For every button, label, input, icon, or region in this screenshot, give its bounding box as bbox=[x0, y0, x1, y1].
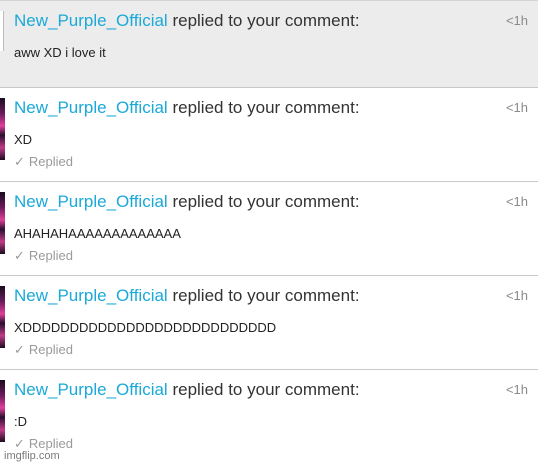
avatar[interactable] bbox=[0, 380, 5, 442]
notification-item[interactable]: New_Purple_Official replied to your comm… bbox=[0, 88, 538, 182]
replied-status: ✓ Replied bbox=[14, 154, 73, 170]
notification-header: New_Purple_Official replied to your comm… bbox=[14, 98, 360, 118]
notification-header: New_Purple_Official replied to your comm… bbox=[14, 286, 360, 306]
notification-item[interactable]: New_Purple_Official replied to your comm… bbox=[0, 370, 538, 464]
check-icon: ✓ bbox=[14, 248, 25, 263]
action-text: replied to your comment: bbox=[172, 192, 360, 211]
comment-text: XDDDDDDDDDDDDDDDDDDDDDDDDDDD bbox=[14, 320, 277, 335]
replied-label: Replied bbox=[28, 342, 73, 357]
action-text: replied to your comment: bbox=[172, 380, 360, 399]
comment-text: :D bbox=[14, 414, 27, 429]
username-link[interactable]: New_Purple_Official bbox=[14, 380, 168, 399]
check-icon: ✓ bbox=[14, 342, 25, 357]
avatar[interactable] bbox=[0, 286, 5, 348]
avatar[interactable] bbox=[0, 11, 4, 51]
username-link[interactable]: New_Purple_Official bbox=[14, 11, 168, 30]
timestamp: <1h bbox=[505, 13, 528, 28]
avatar[interactable] bbox=[0, 192, 5, 254]
comment-text: XD bbox=[14, 132, 33, 147]
replied-label: Replied bbox=[28, 248, 73, 263]
replied-label: Replied bbox=[28, 154, 73, 169]
notification-item[interactable]: New_Purple_Official replied to your comm… bbox=[0, 0, 538, 88]
username-link[interactable]: New_Purple_Official bbox=[14, 98, 168, 117]
watermark: imgflip.com bbox=[4, 450, 60, 462]
timestamp: <1h bbox=[505, 100, 528, 115]
comment-text: aww XD i love it bbox=[14, 45, 106, 60]
action-text: replied to your comment: bbox=[172, 98, 360, 117]
notification-header: New_Purple_Official replied to your comm… bbox=[14, 11, 360, 31]
notification-item[interactable]: New_Purple_Official replied to your comm… bbox=[0, 276, 538, 370]
action-text: replied to your comment: bbox=[172, 11, 360, 30]
timestamp: <1h bbox=[505, 194, 528, 209]
timestamp: <1h bbox=[505, 288, 528, 303]
notification-header: New_Purple_Official replied to your comm… bbox=[14, 192, 360, 212]
notification-list: New_Purple_Official replied to your comm… bbox=[0, 0, 538, 464]
replied-status: ✓ Replied bbox=[14, 342, 73, 358]
notification-header: New_Purple_Official replied to your comm… bbox=[14, 380, 360, 400]
replied-label: Replied bbox=[28, 436, 73, 451]
check-icon: ✓ bbox=[14, 154, 25, 169]
timestamp: <1h bbox=[505, 382, 528, 397]
notification-item[interactable]: New_Purple_Official replied to your comm… bbox=[0, 182, 538, 276]
replied-status: ✓ Replied bbox=[14, 248, 73, 264]
comment-text: AHAHAHAAAAAAAAAAAAA bbox=[14, 226, 181, 241]
username-link[interactable]: New_Purple_Official bbox=[14, 192, 168, 211]
avatar[interactable] bbox=[0, 98, 5, 160]
username-link[interactable]: New_Purple_Official bbox=[14, 286, 168, 305]
action-text: replied to your comment: bbox=[172, 286, 360, 305]
